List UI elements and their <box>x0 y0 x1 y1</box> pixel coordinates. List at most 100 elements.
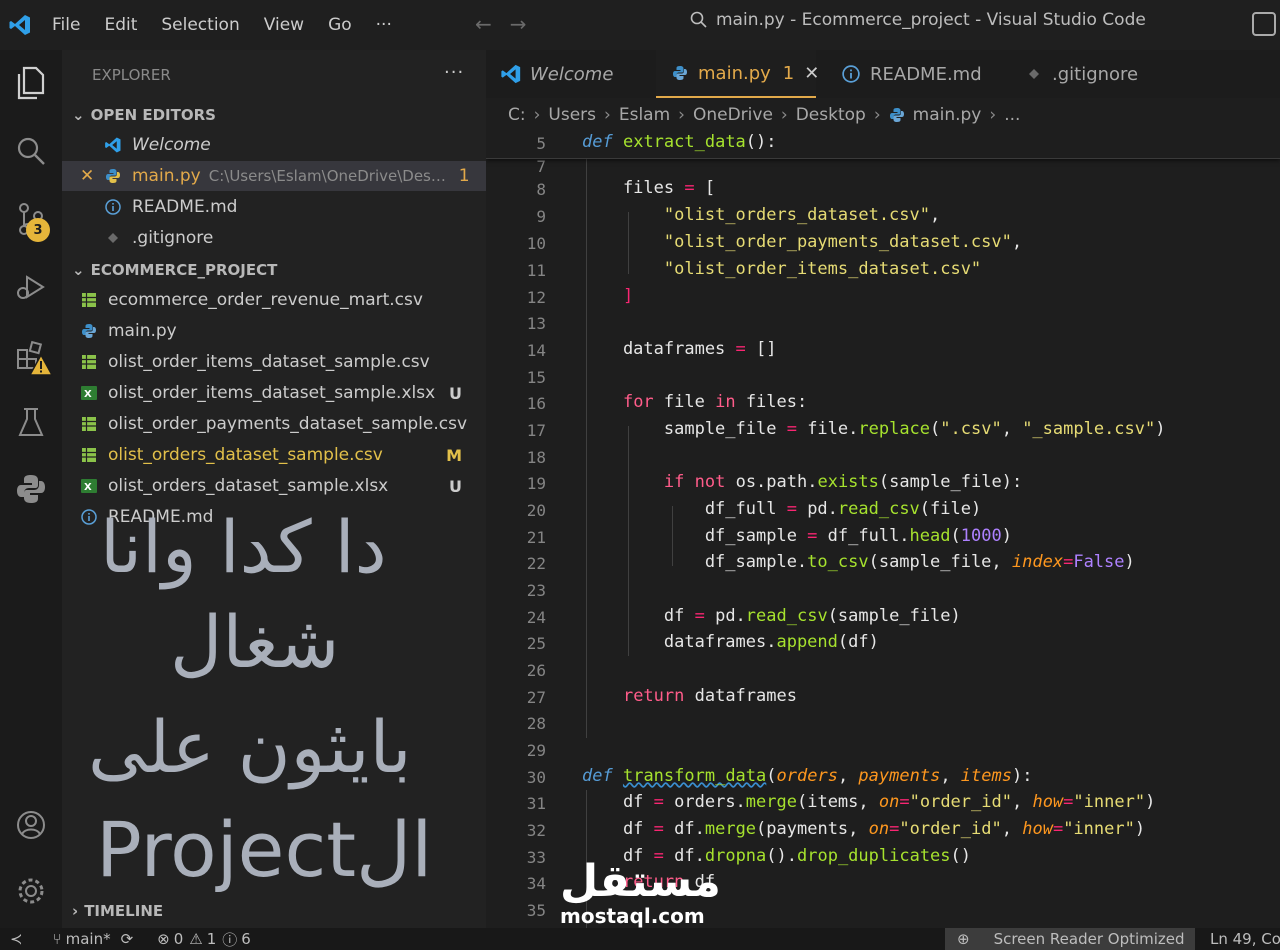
chevron-down-icon: ⌄ <box>72 261 85 279</box>
error-icon: ⊗ <box>157 930 170 948</box>
close-icon[interactable]: ✕ <box>80 166 104 186</box>
tab-gitignore[interactable]: .gitignore <box>1028 50 1188 98</box>
breadcrumb-item[interactable]: Users <box>548 105 596 125</box>
breadcrumb-item[interactable]: OneDrive <box>693 105 773 125</box>
tab-welcome[interactable]: Welcome <box>498 50 660 98</box>
info-count[interactable]: 6 <box>241 930 251 948</box>
code-line: "olist_order_items_dataset.csv" <box>663 259 982 279</box>
file-item[interactable]: main.py <box>62 316 486 346</box>
account-icon[interactable] <box>10 804 52 846</box>
breadcrumb-item[interactable]: Desktop <box>796 105 866 125</box>
editor-tabs: Welcome main.py 1 ✕ README.md .gitignore <box>486 50 1280 98</box>
settings-gear-icon[interactable] <box>10 870 52 912</box>
open-editor-item[interactable]: README.md <box>62 192 486 222</box>
file-item[interactable]: ecommerce_order_revenue_mart.csv <box>62 285 486 315</box>
screen-reader-status[interactable]: ⊕ Screen Reader Optimized <box>945 928 1195 950</box>
tab-label: .gitignore <box>1052 63 1139 85</box>
tab-readme[interactable]: README.md <box>842 50 1002 98</box>
sync-icon[interactable]: ⟳ <box>121 930 134 948</box>
git-status-untracked: U <box>449 383 462 403</box>
cursor-position[interactable]: Ln 49, Co <box>1210 930 1280 948</box>
line-number: 24 <box>526 608 546 627</box>
info-icon <box>80 508 98 526</box>
sticky-scroll-header[interactable]: 5 def extract_data(): <box>486 130 1280 159</box>
code-editor[interactable]: 7 8 files = [ 9 "olist_orders_dataset.cs… <box>486 130 1280 928</box>
file-label: olist_orders_dataset_sample.xlsx <box>108 476 389 496</box>
file-item[interactable]: X olist_order_items_dataset_sample.xlsx … <box>62 378 486 408</box>
breadcrumb-item[interactable]: C: <box>508 105 526 125</box>
open-editor-item[interactable]: .gitignore <box>62 223 486 253</box>
file-item[interactable]: X olist_orders_dataset_sample.xlsx U <box>62 471 486 501</box>
error-count[interactable]: 0 <box>174 930 184 948</box>
breadcrumb-item[interactable]: Eslam <box>619 105 670 125</box>
menu-view[interactable]: View <box>252 15 316 35</box>
file-item[interactable]: olist_orders_dataset_sample.csv M <box>62 440 486 470</box>
breadcrumb-item[interactable]: ... <box>1004 105 1020 125</box>
explorer-icon[interactable] <box>10 62 52 104</box>
tab-main-py[interactable]: main.py 1 ✕ <box>656 50 819 98</box>
watermark-arabic: مستقل <box>560 856 721 907</box>
menu-more[interactable]: ··· <box>364 15 404 35</box>
mostaql-watermark: مستقل mostaql.com <box>560 856 721 929</box>
file-label: olist_order_items_dataset_sample.xlsx <box>108 383 436 403</box>
open-editor-item[interactable]: Welcome <box>62 130 486 160</box>
python-icon[interactable] <box>10 468 52 510</box>
code-line: df_sample.to_csv(sample_file, index=Fals… <box>582 552 1135 572</box>
vscode-logo-icon <box>0 0 40 50</box>
code-line: "olist_orders_dataset.csv", <box>663 205 941 225</box>
breadcrumb-item[interactable]: main.py <box>913 105 982 125</box>
csv-icon <box>80 291 98 309</box>
file-item[interactable]: olist_order_items_dataset_sample.csv <box>62 347 486 377</box>
menu-go[interactable]: Go <box>316 15 364 35</box>
project-header[interactable]: ⌄ ECOMMERCE_PROJECT <box>72 261 277 279</box>
close-icon[interactable]: ✕ <box>804 63 819 84</box>
explorer-sidebar: EXPLORER ··· ⌄ OPEN EDITORS Welcome ✕ ma… <box>62 50 486 928</box>
menu-edit[interactable]: Edit <box>92 15 149 35</box>
chevron-down-icon: ⌄ <box>72 106 85 124</box>
explorer-more-button[interactable]: ··· <box>444 62 464 83</box>
open-editor-path: C:\Users\Eslam\OneDrive\Deskt... <box>208 167 453 185</box>
line-number: 27 <box>526 688 546 707</box>
remote-icon[interactable]: ≺ <box>10 930 23 948</box>
open-editor-item-active[interactable]: ✕ main.py C:\Users\Eslam\OneDrive\Deskt.… <box>62 161 486 191</box>
line-number: 32 <box>526 821 546 840</box>
run-debug-icon[interactable] <box>10 266 52 308</box>
chevron-right-icon: › <box>780 105 788 125</box>
forward-arrow-icon[interactable]: → <box>510 12 527 36</box>
file-label: main.py <box>108 321 177 341</box>
line-number: 13 <box>526 314 546 333</box>
open-editor-label: main.py <box>132 166 201 186</box>
tab-label: README.md <box>870 63 982 85</box>
timeline-header[interactable]: › TIMELINE <box>72 902 163 920</box>
testing-icon[interactable] <box>10 402 52 444</box>
chat-icon[interactable] <box>1252 12 1276 36</box>
command-center[interactable]: main.py - Ecommerce_project - Visual Stu… <box>690 10 1146 30</box>
back-arrow-icon[interactable]: ← <box>475 12 492 36</box>
chevron-right-icon: › <box>533 105 541 125</box>
file-item[interactable]: olist_order_payments_dataset_sample.csv <box>62 409 486 439</box>
warning-count[interactable]: 1 <box>207 930 217 948</box>
line-number: 12 <box>526 288 546 307</box>
branch-name[interactable]: main* <box>66 930 111 948</box>
line-number: 23 <box>526 581 546 600</box>
open-editor-label: Welcome <box>132 135 211 155</box>
watermark-latin: mostaql.com <box>560 904 705 928</box>
problem-count: 1 <box>458 166 470 186</box>
file-label: olist_order_payments_dataset_sample.csv <box>108 414 468 434</box>
menu-selection[interactable]: Selection <box>149 15 251 35</box>
python-icon <box>104 167 122 185</box>
open-editors-header[interactable]: ⌄ OPEN EDITORS <box>72 106 216 124</box>
line-number: 14 <box>526 341 546 360</box>
command-center-label: main.py - Ecommerce_project - Visual Stu… <box>716 10 1146 30</box>
line-number: 35 <box>526 901 546 920</box>
line-number: 11 <box>526 261 546 280</box>
search-icon[interactable] <box>10 130 52 172</box>
menu-file[interactable]: File <box>40 15 92 35</box>
code-line: def transform_data(orders, payments, ite… <box>582 766 1033 786</box>
line-number: 19 <box>526 474 546 493</box>
line-number: 17 <box>526 421 546 440</box>
git-icon <box>104 229 122 247</box>
svg-text:X: X <box>84 482 92 493</box>
vscode-icon <box>104 136 122 154</box>
screen-reader-label: Screen Reader Optimized <box>993 930 1185 948</box>
